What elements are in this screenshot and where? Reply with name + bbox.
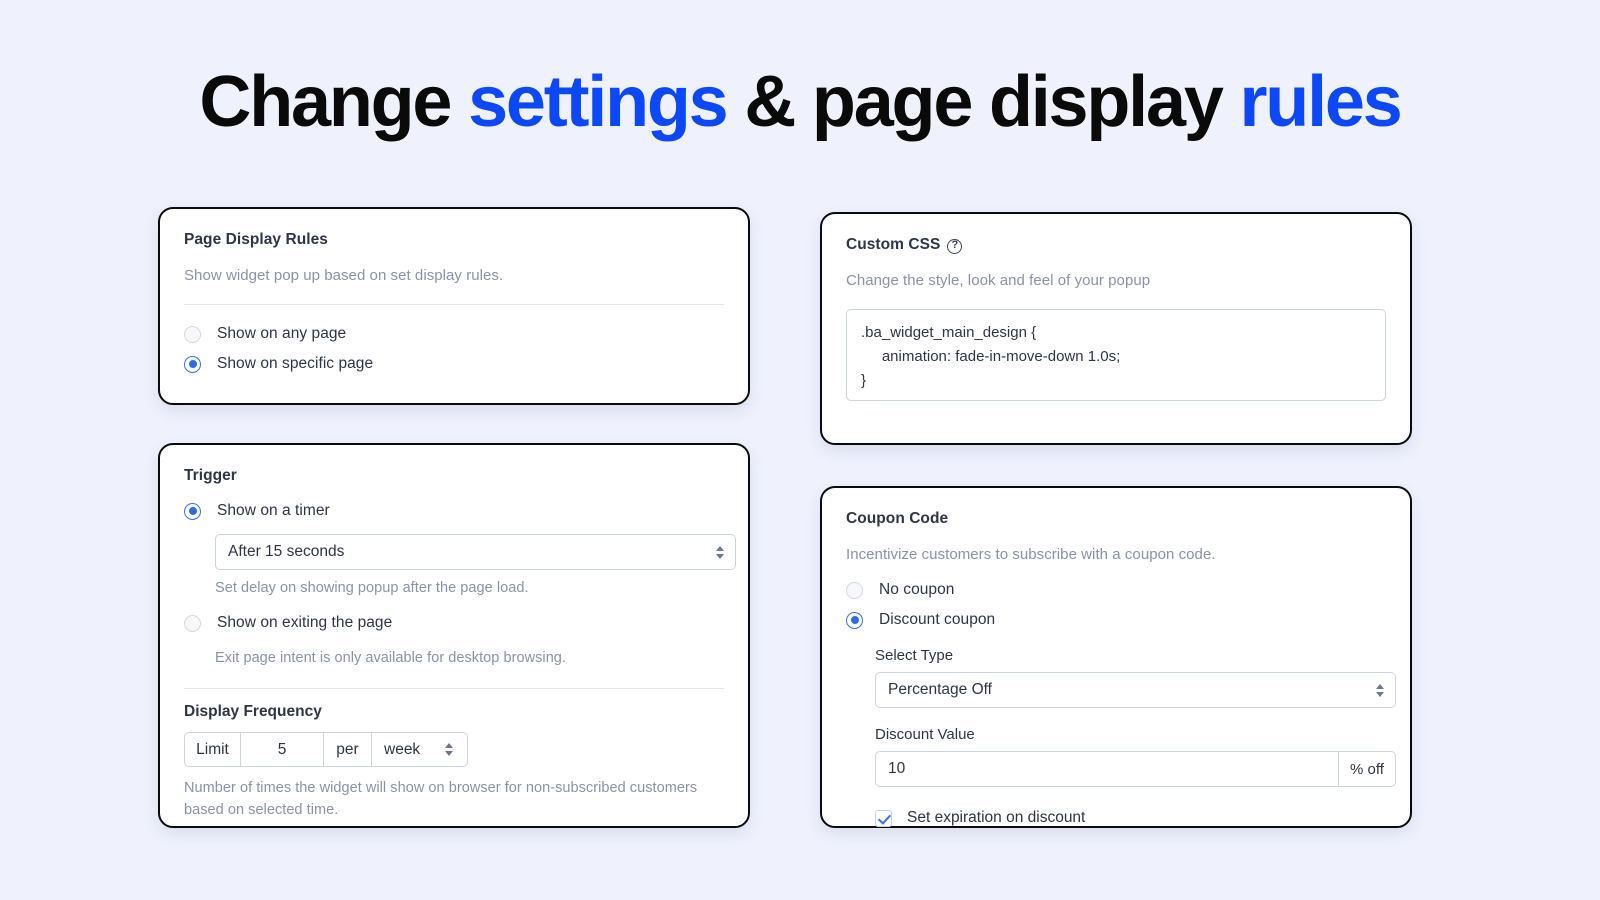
limit-label: Limit — [185, 733, 241, 766]
custom-css-title: Custom CSS ? — [846, 236, 1386, 254]
display-frequency-group[interactable]: Limit 5 per week — [184, 732, 468, 767]
radio-icon-unselected[interactable] — [846, 581, 863, 599]
checkbox-icon-checked[interactable] — [875, 809, 892, 827]
timer-delay-select-value: After 15 seconds — [228, 543, 345, 560]
question-mark-circle-icon[interactable]: ? — [947, 238, 963, 254]
page-title-part-1: Change — [199, 62, 469, 142]
trigger-title: Trigger — [184, 467, 237, 484]
select-type-label: Select Type — [875, 647, 954, 664]
radio-icon-unselected[interactable] — [184, 325, 201, 343]
coupon-code-title: Coupon Code — [846, 510, 949, 527]
radio-option-discount-coupon[interactable]: Discount coupon — [846, 605, 1386, 635]
page-title-accent-rules: rules — [1239, 62, 1402, 142]
timer-delay-select[interactable]: After 15 seconds — [215, 534, 736, 570]
set-expiration-label: Set expiration on discount — [907, 809, 1086, 826]
select-type-select[interactable]: Percentage Off — [875, 672, 1396, 708]
discount-value-group[interactable]: 10 % off — [875, 751, 1396, 787]
limit-value-input[interactable]: 5 — [241, 733, 324, 766]
chevron-updown-icon[interactable] — [1375, 681, 1384, 699]
per-label: per — [324, 733, 372, 766]
radio-icon-selected[interactable] — [846, 611, 863, 629]
radio-label: Show on any page — [217, 325, 347, 342]
custom-css-card: Custom CSS ? Change the style, look and … — [820, 212, 1412, 445]
divider — [184, 304, 724, 305]
discount-value-label: Discount Value — [875, 726, 975, 743]
radio-label: No coupon — [879, 581, 955, 598]
page-display-rules-subtitle: Show widget pop up based on set display … — [184, 267, 504, 284]
page-title-part-2: & page display — [726, 62, 1240, 142]
set-expiration-checkbox-row[interactable]: Set expiration on discount — [875, 809, 1386, 827]
select-type-value: Percentage Off — [888, 681, 992, 698]
radio-option-show-on-exit[interactable]: Show on exiting the page — [184, 608, 724, 638]
radio-option-no-coupon[interactable]: No coupon — [846, 575, 1386, 605]
radio-label: Show on a timer — [217, 502, 330, 519]
custom-css-subtitle: Change the style, look and feel of your … — [846, 272, 1151, 289]
exit-hint: Exit page intent is only available for d… — [215, 650, 566, 666]
timer-hint: Set delay on showing popup after the pag… — [215, 580, 529, 596]
discount-value-input[interactable]: 10 — [876, 752, 1339, 786]
coupon-code-subtitle: Incentivize customers to subscribe with … — [846, 546, 1216, 563]
radio-label: Show on specific page — [217, 355, 374, 372]
frequency-unit-select[interactable]: week — [372, 733, 467, 766]
custom-css-textarea[interactable]: .ba_widget_main_design { animation: fade… — [846, 309, 1386, 401]
page-display-rules-card: Page Display Rules Show widget pop up ba… — [158, 207, 750, 405]
radio-option-show-on-timer[interactable]: Show on a timer — [184, 496, 724, 526]
radio-icon-unselected[interactable] — [184, 614, 201, 632]
page-display-rules-title: Page Display Rules — [184, 231, 328, 248]
radio-label: Discount coupon — [879, 611, 996, 628]
display-frequency-label: Display Frequency — [184, 703, 322, 720]
radio-icon-selected[interactable] — [184, 355, 201, 373]
radio-option-show-specific-page[interactable]: Show on specific page — [184, 349, 724, 379]
radio-icon-selected[interactable] — [184, 502, 201, 520]
radio-option-show-any-page[interactable]: Show on any page — [184, 319, 724, 349]
help-glyph: ? — [951, 239, 959, 251]
divider — [184, 688, 724, 689]
chevron-updown-icon[interactable] — [715, 543, 724, 561]
chevron-updown-icon[interactable] — [444, 741, 453, 759]
page-title-accent-settings: settings — [468, 62, 729, 142]
frequency-unit-value: week — [384, 740, 421, 758]
page-title: Change settings & page display rules — [0, 66, 1600, 138]
radio-label: Show on exiting the page — [217, 614, 393, 631]
coupon-code-card: Coupon Code Incentivize customers to sub… — [820, 486, 1412, 828]
custom-css-title-text: Custom CSS — [846, 236, 941, 253]
trigger-card: Trigger Show on a timer After 15 seconds… — [158, 443, 750, 828]
display-frequency-hint: Number of times the widget will show on … — [184, 780, 698, 818]
discount-value-suffix: % off — [1350, 760, 1384, 778]
